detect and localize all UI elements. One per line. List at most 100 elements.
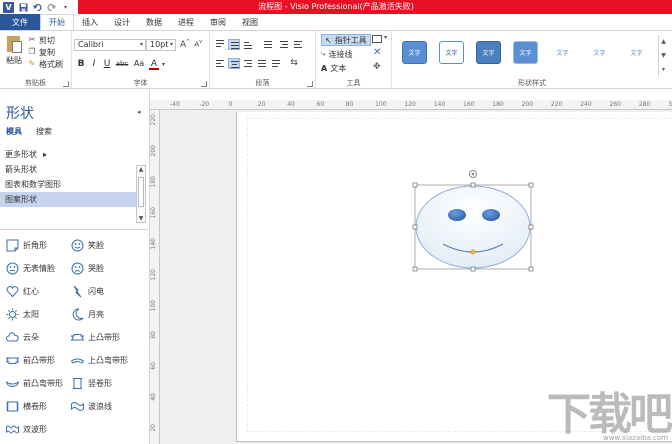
stencil-item[interactable]: 图案形状 bbox=[0, 192, 136, 207]
tab-data[interactable]: 数据 bbox=[138, 14, 170, 30]
shape-master[interactable]: 波浪线 bbox=[71, 399, 112, 413]
shape-master[interactable]: 笑脸 bbox=[71, 238, 104, 252]
tab-design[interactable]: 设计 bbox=[106, 14, 138, 30]
chevron-down-icon[interactable]: ▾ bbox=[384, 34, 387, 41]
smiley-icon bbox=[71, 239, 84, 252]
control-handle[interactable] bbox=[470, 249, 476, 255]
text-direction-icon[interactable]: ⇆ bbox=[288, 58, 300, 69]
underline-button[interactable]: U bbox=[102, 58, 112, 70]
stencil-item[interactable]: 图表和数学图形 bbox=[0, 177, 136, 192]
chevron-down-icon[interactable]: ▾ bbox=[162, 61, 165, 68]
smiley-shape[interactable] bbox=[410, 168, 540, 278]
collapse-pane-icon[interactable]: ◂ bbox=[137, 108, 141, 116]
bullets-icon[interactable] bbox=[260, 39, 272, 50]
shape-style-swatch[interactable]: 文字 bbox=[550, 41, 575, 64]
font-name-select[interactable]: Calibri ▾ bbox=[74, 39, 146, 51]
shape-master[interactable]: 横卷形 bbox=[6, 399, 47, 413]
save-icon[interactable] bbox=[19, 3, 28, 12]
redo-icon[interactable] bbox=[47, 3, 57, 12]
curved-ribbon-front-icon bbox=[6, 377, 19, 390]
font-color-button[interactable]: A bbox=[149, 59, 159, 70]
smiley-face bbox=[415, 185, 531, 269]
shape-master[interactable]: 上凸弯带形 bbox=[71, 353, 128, 367]
copy-label: 复制 bbox=[39, 47, 55, 57]
text-tool-button[interactable]: A 文本 bbox=[321, 62, 346, 74]
styles-scrollbar[interactable]: ▲ ▼ ▾ bbox=[658, 35, 668, 77]
tab-home[interactable]: 开始 bbox=[40, 14, 74, 30]
chevron-down-icon[interactable]: ▼ bbox=[137, 215, 145, 222]
shape-master[interactable]: 红心 bbox=[6, 284, 39, 298]
bold-button[interactable]: B bbox=[76, 58, 86, 70]
font-size-select[interactable]: 10pt ▾ bbox=[146, 39, 176, 51]
paragraph-launcher-icon[interactable] bbox=[307, 81, 313, 87]
shape-master[interactable]: 无表情脸 bbox=[6, 261, 55, 275]
grow-font-button[interactable]: A^ bbox=[180, 39, 190, 50]
shrink-font-button[interactable]: Av bbox=[194, 39, 202, 50]
undo-icon[interactable] bbox=[32, 3, 42, 12]
tab-stencils[interactable]: 模具 bbox=[6, 126, 22, 137]
chevron-down-icon[interactable]: ▼ bbox=[659, 49, 668, 63]
copy-button[interactable]: ❐ 复制 bbox=[28, 46, 63, 58]
shape-master[interactable]: 竖卷形 bbox=[71, 376, 112, 390]
connector-button[interactable]: ⤷ 连接线 bbox=[321, 48, 352, 60]
shape-style-swatch[interactable]: 文字 bbox=[513, 41, 538, 64]
rectangle-icon[interactable] bbox=[372, 35, 382, 43]
shape-master[interactable]: 月亮 bbox=[71, 307, 104, 321]
italic-button[interactable]: I bbox=[89, 58, 99, 70]
shape-master[interactable]: 太阳 bbox=[6, 307, 39, 321]
shape-master[interactable]: 前凸带形 bbox=[6, 353, 55, 367]
shape-master[interactable]: 双波形 bbox=[6, 422, 47, 436]
align-top-icon[interactable] bbox=[214, 39, 226, 50]
align-bottom-icon[interactable] bbox=[242, 39, 254, 50]
ruler-tick-label: 240 bbox=[580, 101, 592, 108]
strikethrough-button[interactable]: abc bbox=[115, 58, 129, 70]
shape-master[interactable]: 前凸弯带形 bbox=[6, 376, 63, 390]
increase-indent-icon[interactable] bbox=[292, 39, 304, 50]
chevron-up-icon[interactable]: ▲ bbox=[659, 35, 668, 49]
rotation-handle-icon[interactable] bbox=[469, 170, 477, 178]
justify-icon[interactable] bbox=[256, 58, 268, 69]
stencil-item[interactable]: 更多形状 ▸ bbox=[0, 147, 136, 162]
scroll-thumb[interactable] bbox=[138, 177, 144, 207]
ruler-tick-label: 60 bbox=[316, 101, 325, 108]
tab-insert[interactable]: 插入 bbox=[74, 14, 106, 30]
shape-master[interactable]: 哭脸 bbox=[71, 261, 104, 275]
ribbon-up-icon bbox=[71, 331, 84, 344]
align-center-icon[interactable] bbox=[228, 58, 240, 69]
shape-style-swatch[interactable]: 文字 bbox=[402, 41, 427, 64]
stencil-scrollbar[interactable]: ▲ ▼ bbox=[136, 165, 146, 223]
close-icon[interactable]: ✕ bbox=[373, 47, 381, 58]
align-middle-icon[interactable] bbox=[228, 39, 240, 50]
change-case-button[interactable]: Aa bbox=[132, 58, 146, 70]
distribute-icon[interactable] bbox=[270, 58, 282, 69]
font-launcher-icon[interactable] bbox=[201, 81, 207, 87]
shape-style-swatch[interactable]: 文字 bbox=[476, 41, 501, 64]
format-painter-button[interactable]: ✎ 格式刷 bbox=[28, 58, 63, 70]
align-right-icon[interactable] bbox=[242, 58, 254, 69]
tab-search[interactable]: 搜索 bbox=[36, 126, 52, 137]
customize-qat-icon[interactable]: ▾ bbox=[61, 3, 70, 12]
tab-review[interactable]: 审阅 bbox=[202, 14, 234, 30]
connection-point-icon[interactable]: ✥ bbox=[373, 62, 381, 72]
more-styles-icon[interactable]: ▾ bbox=[659, 63, 668, 77]
tab-file[interactable]: 文件 bbox=[0, 14, 40, 30]
shape-master[interactable]: 折角形 bbox=[6, 238, 47, 252]
align-left-icon[interactable] bbox=[214, 58, 226, 69]
paste-button[interactable]: 粘贴 bbox=[4, 34, 24, 66]
shape-master[interactable]: 上凸带形 bbox=[71, 330, 120, 344]
pointer-tool-button[interactable]: ↖ 指针工具 bbox=[321, 34, 371, 46]
clipboard-launcher-icon[interactable] bbox=[63, 81, 69, 87]
tab-view[interactable]: 视图 bbox=[234, 14, 266, 30]
clipboard-group-label: 剪贴板 bbox=[25, 79, 46, 87]
shape-style-swatch[interactable]: 文字 bbox=[439, 41, 464, 64]
shape-master[interactable]: 云朵 bbox=[6, 330, 39, 344]
decrease-indent-icon[interactable] bbox=[278, 39, 290, 50]
drawing-canvas[interactable]: 下载吧 www.xiazaiba.com bbox=[160, 110, 672, 444]
tab-process[interactable]: 进程 bbox=[170, 14, 202, 30]
cut-button[interactable]: ✂ 剪切 bbox=[28, 34, 63, 46]
shape-master[interactable]: 闪电 bbox=[71, 284, 104, 298]
shape-style-swatch[interactable]: 文字 bbox=[587, 41, 612, 64]
chevron-up-icon[interactable]: ▲ bbox=[137, 166, 145, 173]
stencil-item[interactable]: 箭头形状 bbox=[0, 162, 136, 177]
shape-style-swatch[interactable]: 文字 bbox=[624, 41, 649, 64]
